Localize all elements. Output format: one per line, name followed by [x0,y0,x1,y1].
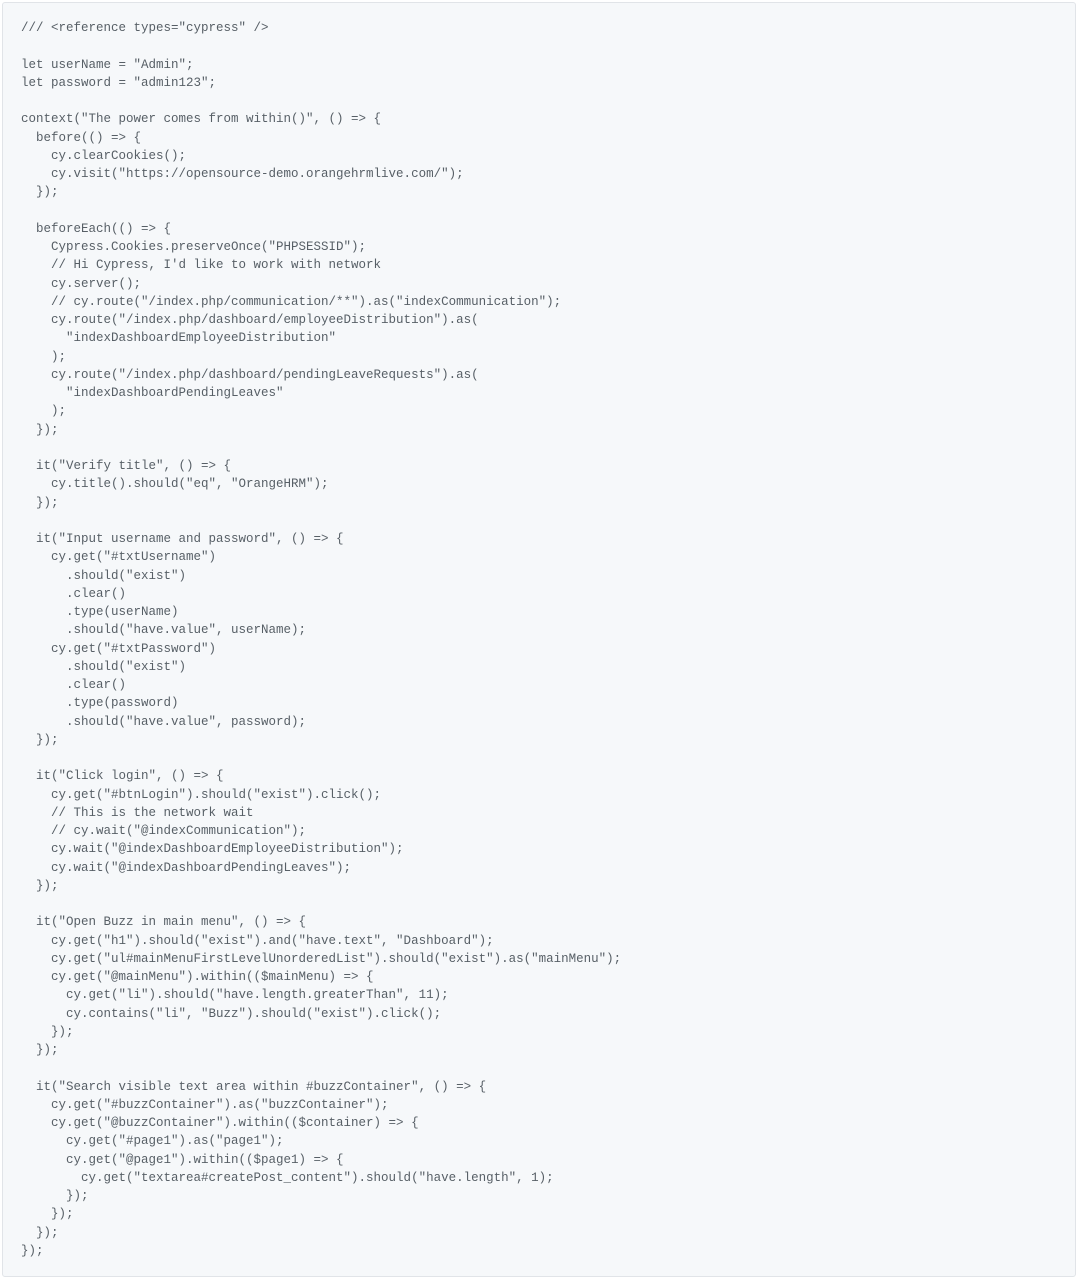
code-content: /// <reference types="cypress" /> let us… [21,21,621,1258]
code-block: /// <reference types="cypress" /> let us… [2,2,1076,1277]
